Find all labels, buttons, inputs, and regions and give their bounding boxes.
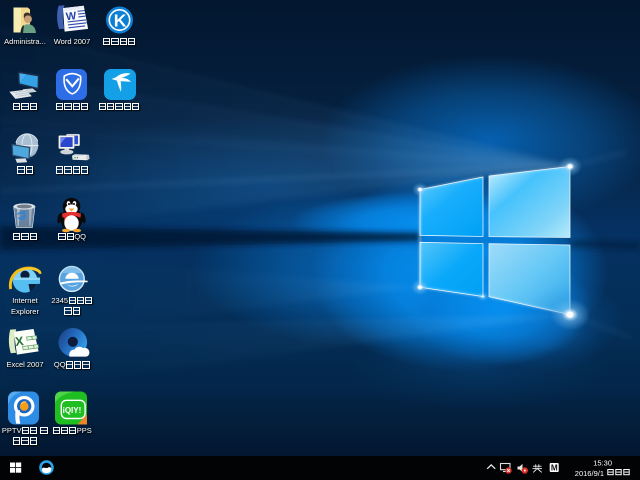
svg-text:2016/9/1: 2016/9/1 xyxy=(575,469,604,478)
svg-text:iQIY!: iQIY! xyxy=(63,406,82,415)
svg-text:15:30: 15:30 xyxy=(593,458,612,467)
svg-text:K: K xyxy=(114,10,127,30)
svg-text:M: M xyxy=(551,463,558,472)
